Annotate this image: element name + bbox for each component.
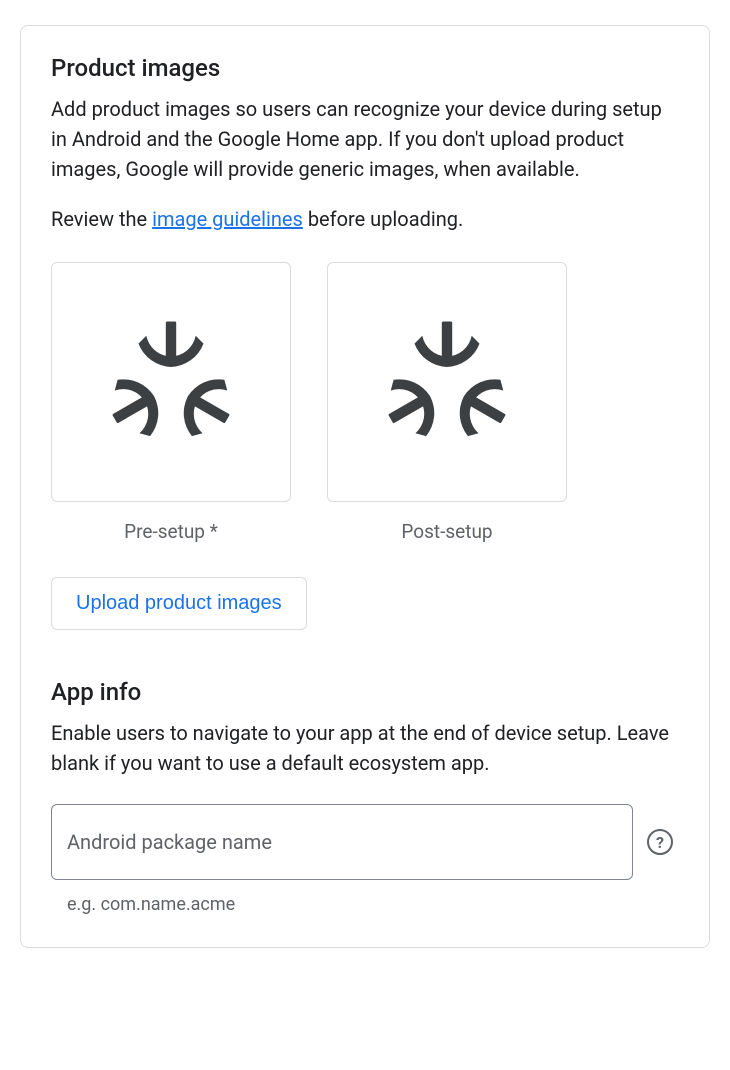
app-info-title: App info [51, 678, 679, 706]
upload-product-images-button[interactable]: Upload product images [51, 577, 307, 630]
pre-setup-label: Pre-setup * [124, 520, 218, 543]
package-name-hint: e.g. com.name.acme [67, 894, 679, 915]
app-info-description: Enable users to navigate to your app at … [51, 718, 679, 778]
matter-icon [106, 315, 236, 449]
package-name-row: Android package name ? [51, 804, 679, 880]
post-setup-label: Post-setup [401, 520, 492, 543]
pre-setup-image-box[interactable] [51, 262, 291, 502]
help-icon[interactable]: ? [647, 829, 673, 855]
post-setup-image-box[interactable] [327, 262, 567, 502]
review-prefix: Review the [51, 207, 152, 231]
image-guidelines-link[interactable]: image guidelines [152, 207, 303, 231]
package-name-input[interactable] [51, 804, 633, 880]
product-images-description: Add product images so users can recogniz… [51, 94, 679, 184]
product-images-title: Product images [51, 54, 679, 82]
review-suffix: before uploading. [303, 207, 463, 231]
product-image-row: Pre-setup * [51, 262, 679, 543]
settings-card: Product images Add product images so use… [20, 25, 710, 948]
post-setup-image-cell: Post-setup [327, 262, 567, 543]
product-images-review-line: Review the image guidelines before uploa… [51, 204, 679, 234]
pre-setup-image-cell: Pre-setup * [51, 262, 291, 543]
matter-icon [382, 315, 512, 449]
package-name-field: Android package name [51, 804, 633, 880]
